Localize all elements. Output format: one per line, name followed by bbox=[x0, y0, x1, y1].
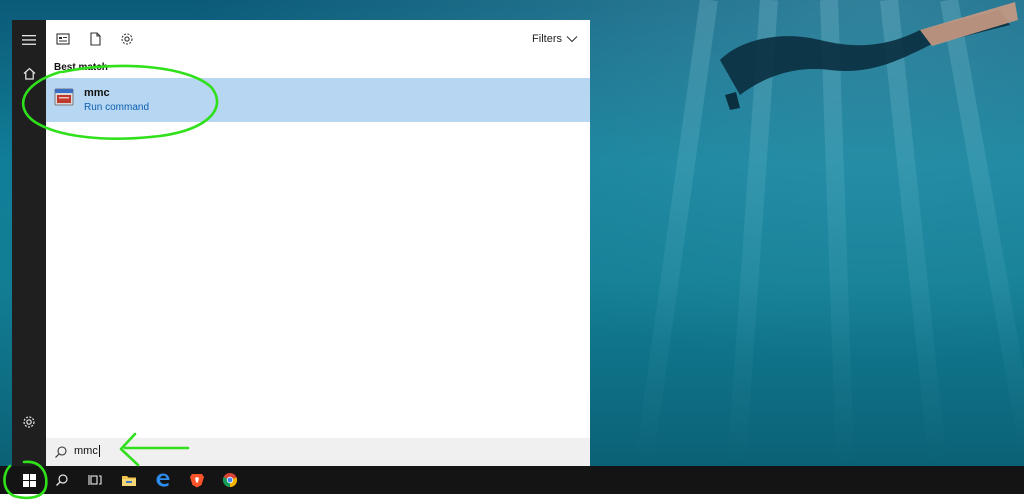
search-toolbar: Filters bbox=[46, 20, 590, 60]
text-caret bbox=[98, 445, 100, 458]
search-input-value[interactable]: mmc bbox=[74, 445, 98, 457]
filters-dropdown[interactable]: Filters bbox=[532, 33, 578, 45]
settings-filter-icon[interactable] bbox=[120, 32, 136, 48]
windows-start-icon[interactable] bbox=[21, 472, 37, 488]
hamburger-icon[interactable] bbox=[21, 32, 37, 48]
chrome-icon[interactable] bbox=[222, 472, 238, 488]
search-results-pane: Filters Best match mmc Run command mmc bbox=[46, 20, 590, 466]
chevron-down-icon bbox=[566, 36, 578, 43]
mmc-app-icon bbox=[54, 88, 74, 106]
settings-icon[interactable] bbox=[21, 414, 37, 430]
best-match-heading: Best match bbox=[54, 62, 108, 73]
screen-bottom-edge bbox=[0, 494, 1024, 502]
result-subtitle: Run command bbox=[84, 102, 150, 113]
task-view-icon[interactable] bbox=[87, 472, 103, 488]
home-icon[interactable] bbox=[21, 65, 37, 81]
documents-filter-icon[interactable] bbox=[88, 32, 104, 48]
start-search-panel: Filters Best match mmc Run command mmc bbox=[12, 20, 590, 466]
brave-icon[interactable] bbox=[189, 472, 205, 488]
apps-filter-icon[interactable] bbox=[56, 32, 72, 48]
edge-icon[interactable] bbox=[155, 472, 171, 488]
search-input: mmc bbox=[74, 445, 100, 458]
file-explorer-icon[interactable] bbox=[121, 472, 137, 488]
search-icon[interactable] bbox=[54, 472, 70, 488]
search-icon bbox=[55, 446, 67, 458]
best-match-result[interactable]: mmc Run command bbox=[46, 78, 590, 122]
taskbar bbox=[0, 466, 1024, 494]
swimmer-image bbox=[720, 2, 1018, 110]
result-title: mmc bbox=[84, 87, 110, 99]
filters-label: Filters bbox=[532, 33, 562, 45]
start-rail bbox=[12, 20, 46, 466]
search-box[interactable]: mmc bbox=[46, 438, 590, 466]
